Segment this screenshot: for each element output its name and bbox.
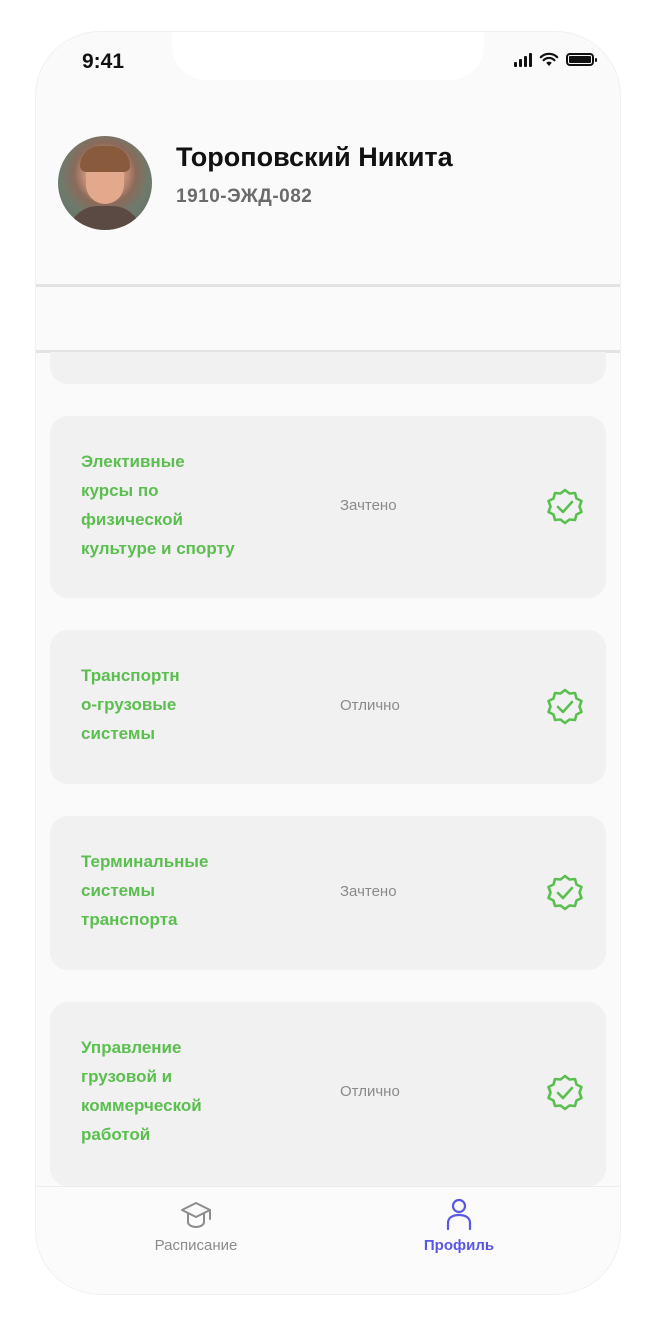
divider bbox=[36, 284, 620, 287]
grade-result: Зачтено bbox=[340, 883, 397, 900]
bottom-tab-bar: Расписание Профиль bbox=[36, 1186, 620, 1294]
subject-name: Терминальные системы транспорта bbox=[81, 852, 209, 929]
cellular-signal-icon bbox=[514, 52, 532, 67]
tab-schedule[interactable]: Расписание bbox=[121, 1197, 271, 1254]
tab-profile[interactable]: Профиль bbox=[384, 1197, 534, 1254]
profile-header: Тороповский Никита 1910-ЭЖД-082 bbox=[36, 128, 620, 286]
grade-card[interactable]: Транспортн о-грузовые системы Отлично bbox=[50, 630, 606, 784]
check-badge-icon bbox=[547, 488, 583, 525]
check-badge-icon bbox=[547, 1074, 583, 1111]
tab-label: Профиль bbox=[423, 1237, 495, 1254]
notch bbox=[172, 32, 484, 80]
grade-result: Отлично bbox=[340, 1083, 400, 1100]
status-time: 9:41 bbox=[82, 50, 125, 73]
user-name: Тороповский Никита bbox=[176, 142, 453, 172]
grade-card-partial[interactable] bbox=[50, 352, 606, 384]
graduation-cap-icon bbox=[181, 1202, 211, 1228]
grade-result: Отлично bbox=[340, 697, 400, 714]
status-icons bbox=[514, 52, 597, 67]
grade-card[interactable]: Терминальные системы транспорта Зачтено bbox=[50, 816, 606, 970]
check-badge-icon bbox=[547, 688, 583, 725]
grade-result: Зачтено bbox=[340, 497, 397, 514]
user-group: 1910-ЭЖД-082 bbox=[176, 186, 313, 207]
user-icon bbox=[446, 1198, 472, 1231]
check-badge-icon bbox=[547, 874, 583, 911]
grades-list[interactable]: Элективные курсы по физической культуре … bbox=[50, 352, 606, 1186]
wifi-icon bbox=[539, 52, 559, 66]
avatar bbox=[58, 136, 152, 230]
subject-name: Управление грузовой и коммерческой работ… bbox=[81, 1038, 202, 1144]
subject-name: Транспортн о-грузовые системы bbox=[81, 666, 180, 743]
grade-card[interactable]: Элективные курсы по физической культуре … bbox=[50, 416, 606, 598]
battery-icon bbox=[566, 53, 597, 66]
subject-name: Элективные курсы по физической культуре … bbox=[81, 452, 235, 558]
grade-card[interactable]: Управление грузовой и коммерческой работ… bbox=[50, 1002, 606, 1186]
tab-label: Расписание bbox=[154, 1237, 238, 1254]
phone-screen: 9:41 Тороповский Никита 1910-ЭЖД-082 Эле… bbox=[36, 32, 620, 1294]
